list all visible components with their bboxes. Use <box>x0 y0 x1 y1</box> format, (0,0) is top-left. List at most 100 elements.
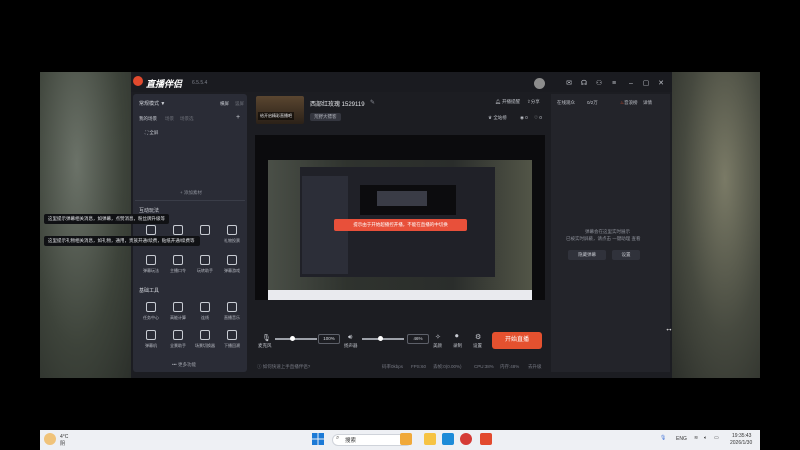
assistant-icon[interactable] <box>200 255 210 265</box>
language-indicator[interactable]: ENG <box>676 436 687 442</box>
speaker-volume[interactable]: 46% <box>407 334 429 344</box>
chat-tab-audience[interactable]: 在线观众 <box>557 100 575 106</box>
maximize-icon[interactable]: ▢ <box>642 80 650 88</box>
edge-icon[interactable] <box>442 433 454 445</box>
scene-tab-mine[interactable]: 我的场景 <box>139 116 157 122</box>
battery-icon[interactable]: ▭ <box>714 435 719 441</box>
help-link-label: 如何快速上手直播伴侣? <box>262 364 311 369</box>
warning-toast: 提示由于开始超播控开播，不能在直播的中切换 <box>334 219 467 231</box>
connect-label: 连线 <box>201 315 209 320</box>
live-remind-button[interactable]: 🔔︎ 开播提醒 <box>495 99 520 105</box>
chat-tab-rank-label: 音浪榜 <box>624 100 638 105</box>
danmu-machine-icon[interactable] <box>146 330 156 340</box>
heart-icon: ♡ <box>534 115 539 120</box>
chrome-icon[interactable] <box>460 433 472 445</box>
start-live-button[interactable]: 开始直播 <box>492 332 542 349</box>
upgrade-link[interactable]: 去升级 <box>528 364 542 370</box>
title-bar[interactable] <box>131 72 672 92</box>
record-label: 录制 <box>453 343 462 348</box>
chat-tab-rank[interactable]: ♨音浪榜 <box>620 100 638 106</box>
mode-selector[interactable]: 常规模式 ▼ <box>139 100 165 107</box>
memory-usage: 内存:48% <box>500 364 520 369</box>
cover-label: 给开启精彩直播吧 <box>258 112 294 120</box>
speaker-slider-knob[interactable] <box>378 336 383 341</box>
divider <box>135 200 245 201</box>
danmu-game-icon[interactable] <box>227 255 237 265</box>
close-icon[interactable]: ✕ <box>657 80 665 88</box>
shirt-icon[interactable]: ⚇ <box>595 80 603 88</box>
energy-calc-icon[interactable] <box>173 302 183 312</box>
wallpaper-right-forest <box>672 72 760 378</box>
rank-label: 全站榜 <box>493 115 507 120</box>
mode-portrait[interactable]: 竖屏 <box>235 101 244 107</box>
record-icon[interactable]: ⏺︎ <box>455 333 459 341</box>
danmu-machine-label: 弹幕机 <box>145 343 157 348</box>
wifi-icon[interactable]: ≋ <box>694 435 698 441</box>
scene-item[interactable]: ⛶ 全屏 <box>145 130 158 136</box>
task-center-icon[interactable] <box>146 302 156 312</box>
beauty-label: 美颜 <box>433 343 442 348</box>
clock-time[interactable]: 19:35:43 <box>732 433 751 439</box>
chat-settings-button[interactable]: 设置 <box>612 250 640 260</box>
app-title: 直播伴侣 <box>146 79 183 89</box>
interact-icon-2[interactable] <box>173 225 183 235</box>
beauty-icon[interactable]: ✧ <box>435 333 441 341</box>
scene-tab-3[interactable]: 场景选 <box>180 116 194 122</box>
menu-icon[interactable]: ≡ <box>610 80 618 88</box>
speaker-slider[interactable] <box>362 338 404 340</box>
like-count: ♡ 0 <box>534 115 542 121</box>
host-command-icon[interactable] <box>173 255 183 265</box>
connect-icon[interactable] <box>200 302 210 312</box>
mic-volume[interactable]: 100% <box>318 334 340 344</box>
notification-icon[interactable]: ✉ <box>565 80 573 88</box>
volume-icon[interactable]: 🔈︎ <box>704 435 707 441</box>
avatar[interactable] <box>534 78 545 89</box>
danmu-game-label: 弹幕游戏 <box>224 268 240 273</box>
add-material-button[interactable]: + 添加素材 <box>180 190 202 196</box>
category-tag[interactable]: 荒野大镖客 <box>310 113 341 121</box>
bell-icon: 🔔︎ <box>495 99 501 104</box>
danmu-tooltip: 这里提示弹幕相关消息，如弹幕，点赞消息，粉丝牌升级等 <box>44 214 169 224</box>
speaker-icon[interactable]: 🔊︎ <box>348 334 352 342</box>
interact-icon-3[interactable] <box>200 225 210 235</box>
interact-icon-1[interactable] <box>146 225 156 235</box>
help-link[interactable]: ⓘ 如何快速上手直播伴侣? <box>257 364 310 370</box>
chat-block-hint: 已被实时屏蔽，请点击 一键助理 查看 <box>566 236 641 241</box>
hide-danmu-button[interactable]: 隐藏弹幕 <box>568 250 606 260</box>
music-icon[interactable] <box>227 302 237 312</box>
taskbar-app-1-icon[interactable] <box>400 433 412 445</box>
file-explorer-icon[interactable] <box>424 433 436 445</box>
mic-icon[interactable]: 🎙︎ <box>262 334 271 342</box>
panorama-icon[interactable] <box>173 330 183 340</box>
more-features-button[interactable]: ••• 更多功能 <box>172 362 196 368</box>
like-count-value: 0 <box>539 115 542 120</box>
edit-icon[interactable]: ✎ <box>370 99 375 106</box>
dropped-frames: 丢帧:0(0.00%) <box>433 364 462 369</box>
clock-date[interactable]: 2026/1/30 <box>730 440 752 446</box>
music-label: 直播音乐 <box>224 315 240 320</box>
energy-calc-label: 高能计算 <box>170 315 186 320</box>
add-scene-icon[interactable]: + <box>236 114 240 121</box>
scene-switch-icon[interactable] <box>200 330 210 340</box>
minimize-icon[interactable]: – <box>627 80 635 88</box>
mic-slider-knob[interactable] <box>290 336 295 341</box>
scene-tab-2[interactable]: 场景 <box>165 116 174 122</box>
weather-icon[interactable] <box>44 433 56 445</box>
gift-vote-icon[interactable] <box>227 225 237 235</box>
preview-taskbar <box>268 290 532 300</box>
mic-tray-icon[interactable]: 🎙︎ <box>660 435 666 441</box>
search-icon: ⌕ <box>336 435 340 441</box>
danmu-play-icon[interactable] <box>146 255 156 265</box>
settings-icon[interactable]: ⚙ <box>475 333 481 341</box>
chat-tab-count[interactable]: 0/2万 <box>587 100 598 106</box>
rank-badge[interactable]: ♛ 全站榜 <box>488 115 507 121</box>
share-button[interactable]: ⇪分享 <box>527 99 540 105</box>
mode-landscape[interactable]: 横屏 <box>220 101 229 107</box>
windows-start-icon[interactable] <box>312 433 324 445</box>
eye-icon: ◉ <box>520 115 524 120</box>
replay-icon[interactable] <box>227 330 237 340</box>
mic-slider[interactable] <box>275 338 317 340</box>
chat-tab-detail[interactable]: 详情 <box>643 100 652 106</box>
headset-icon[interactable]: ☊ <box>580 80 588 88</box>
live-app-icon[interactable] <box>480 433 492 445</box>
